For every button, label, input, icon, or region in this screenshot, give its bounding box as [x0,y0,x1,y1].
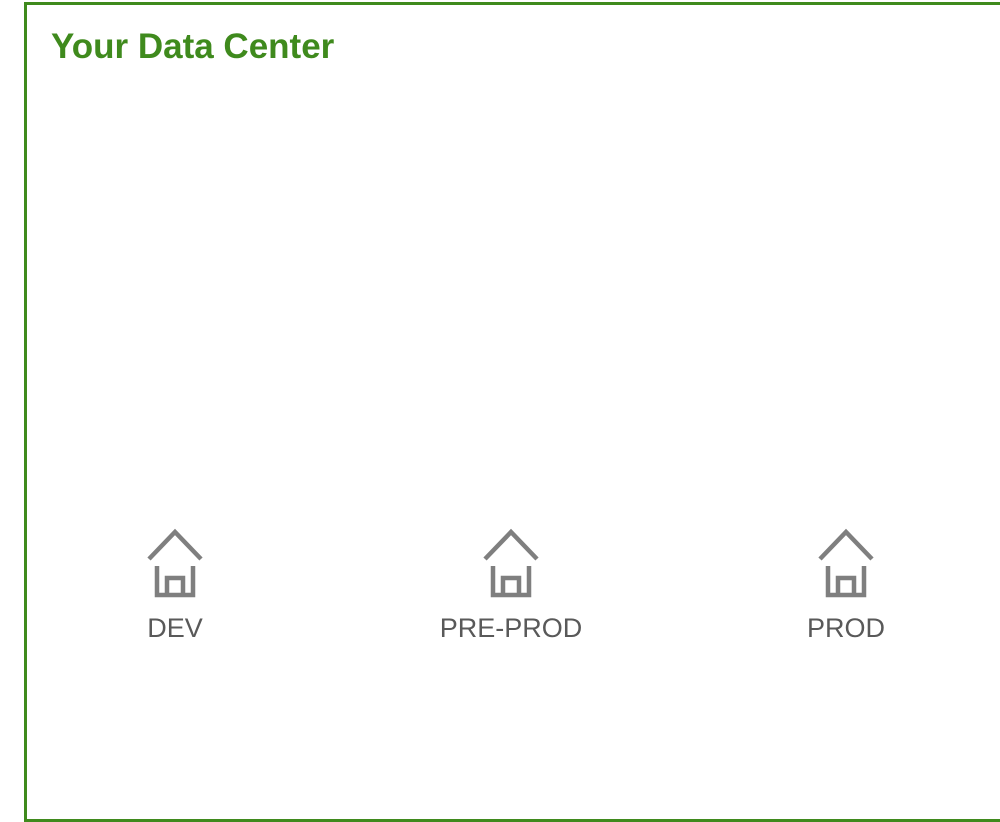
environment-label: PROD [806,613,885,643]
environment-pre-prod: PRE-PROD [391,526,631,644]
page-title: Your Data Center [51,27,335,66]
home-icon [483,528,539,598]
environment-dev: DEV [55,526,295,644]
environment-label: PRE-PROD [439,613,583,643]
home-icon [147,528,203,598]
environment-label: DEV [147,613,203,643]
environment-prod: PROD [726,526,966,644]
home-icon [818,528,874,598]
data-center-boundary [24,2,1000,822]
